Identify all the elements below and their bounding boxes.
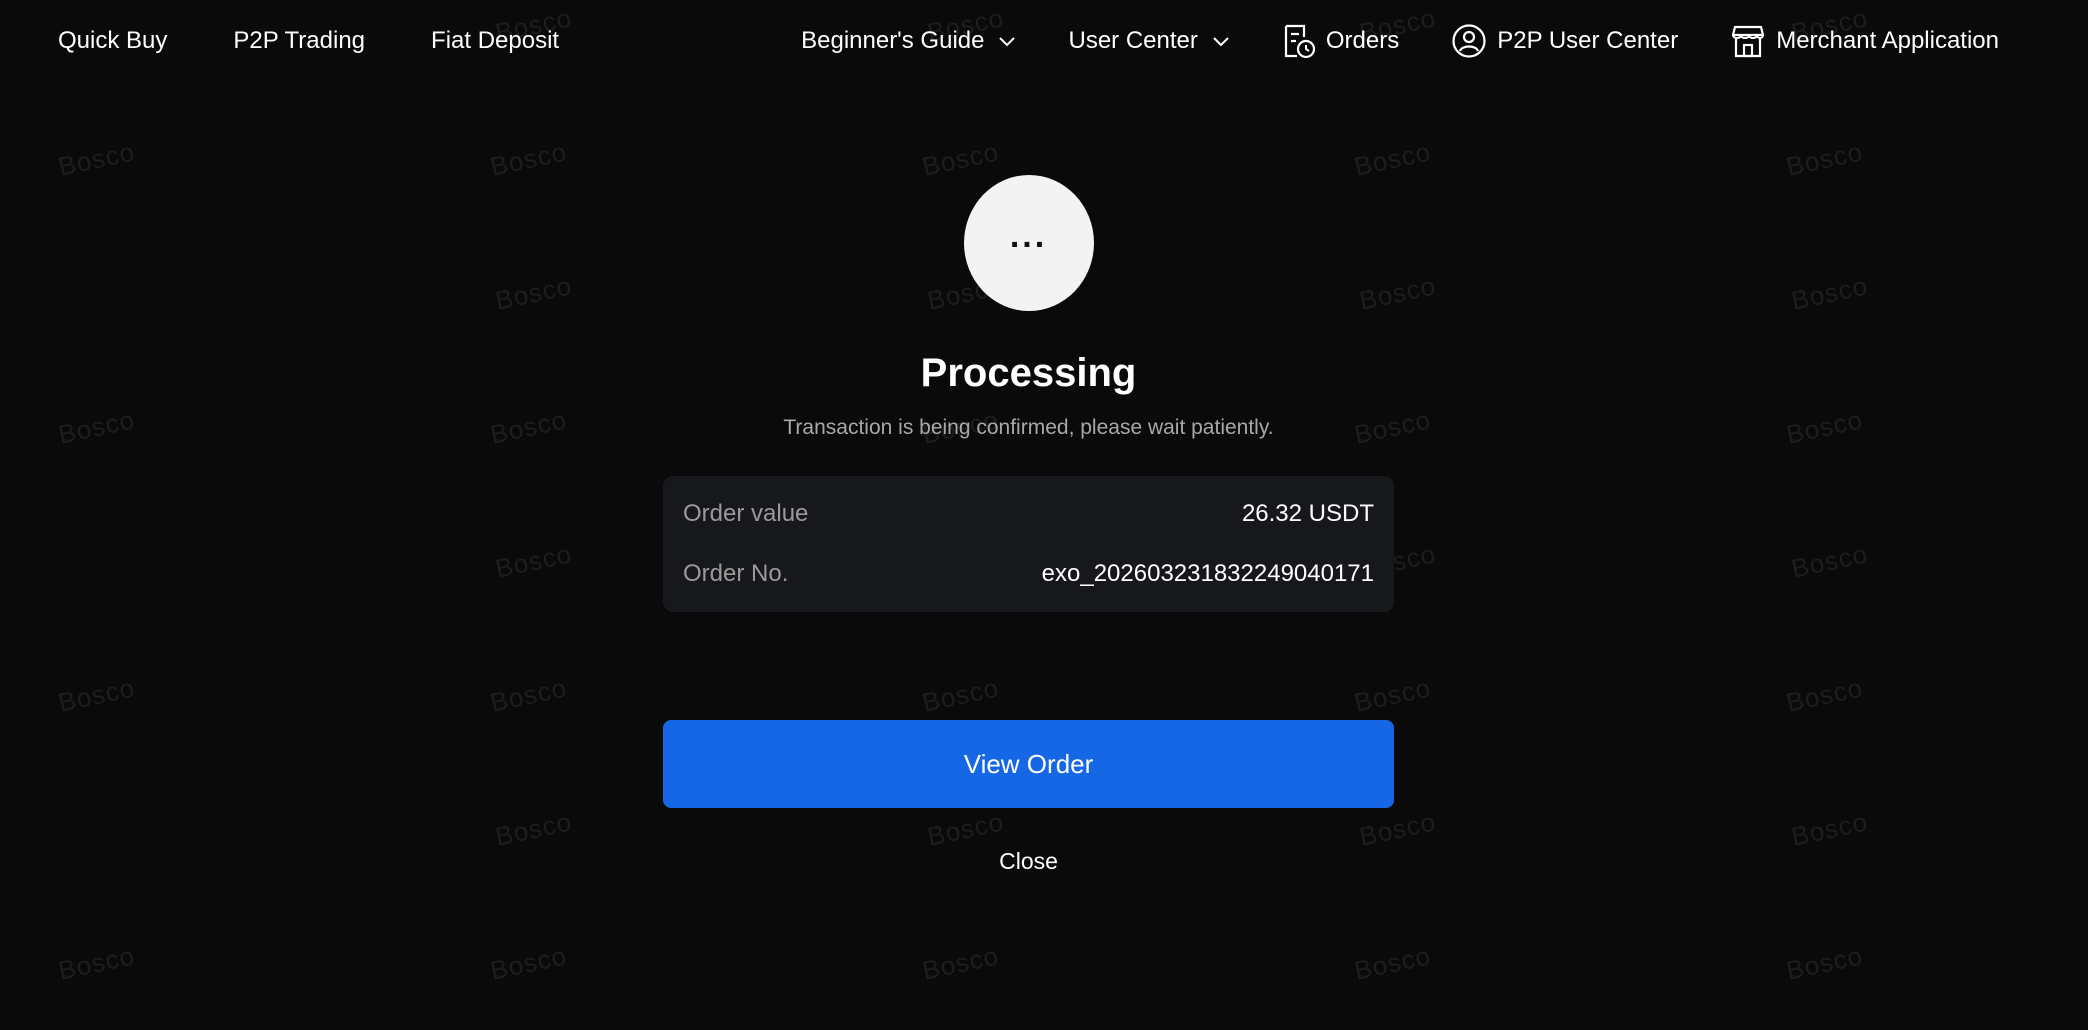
- nav-merchant-application[interactable]: Merchant Application: [1730, 23, 1999, 59]
- order-value-row: Order value 26.32 USDT: [683, 484, 1374, 544]
- watermark-text: Bosco: [919, 940, 1002, 986]
- watermark-text: Bosco: [492, 806, 575, 852]
- order-info-card: Order value 26.32 USDT Order No. exo_202…: [663, 476, 1394, 612]
- order-number-label: Order No.: [683, 560, 789, 587]
- watermark-text: Bosco: [55, 404, 138, 450]
- processing-status-icon: ...: [963, 175, 1094, 311]
- nav-p2p-trading[interactable]: P2P Trading: [233, 27, 365, 55]
- nav-fiat-deposit[interactable]: Fiat Deposit: [431, 27, 559, 55]
- watermark-text: Bosco: [1351, 940, 1434, 986]
- watermark-text: Bosco: [1788, 806, 1871, 852]
- watermark-text: Bosco: [487, 672, 570, 718]
- watermark-text: Bosco: [1788, 270, 1871, 316]
- order-value: 26.32 USDT: [1241, 500, 1374, 527]
- nav-merchant-application-label: Merchant Application: [1776, 27, 1999, 54]
- watermark-text: Bosco: [55, 940, 138, 986]
- nav-user-center[interactable]: User Center: [1068, 27, 1229, 55]
- watermark-text: Bosco: [1783, 940, 1866, 986]
- order-number: exo_20260323183224904017​1: [1041, 560, 1374, 587]
- chevron-down-icon: [999, 37, 1016, 47]
- watermark-text: Bosco: [55, 672, 138, 718]
- nav-left: Quick Buy P2P Trading Fiat Deposit: [58, 0, 559, 82]
- watermark-text: Bosco: [492, 270, 575, 316]
- user-icon: [1452, 24, 1486, 58]
- watermark-text: Bosco: [487, 404, 570, 450]
- nav-right: Beginner's Guide User Center Orders P2P …: [801, 0, 1999, 82]
- ellipsis-icon: ...: [1009, 216, 1048, 255]
- dialog-title: Processing: [920, 351, 1137, 395]
- nav-p2p-user-center[interactable]: P2P User Center: [1451, 23, 1678, 59]
- dialog-subtitle: Transaction is being confirmed, please w…: [783, 416, 1274, 439]
- top-navigation: Quick Buy P2P Trading Fiat Deposit Begin…: [0, 0, 2088, 82]
- nav-orders[interactable]: Orders: [1282, 23, 1399, 59]
- watermark-text: Bosco: [55, 136, 138, 182]
- watermark-text: Bosco: [1788, 538, 1871, 584]
- watermark-text: Bosco: [1783, 136, 1866, 182]
- nav-quick-buy[interactable]: Quick Buy: [58, 27, 167, 55]
- nav-orders-label: Orders: [1325, 27, 1400, 54]
- nav-user-center-label: User Center: [1068, 27, 1198, 54]
- processing-dialog: ... Processing Transaction is being conf…: [663, 175, 1394, 875]
- close-button[interactable]: Close: [999, 848, 1058, 875]
- watermark-text: Bosco: [1783, 672, 1866, 718]
- nav-p2p-user-center-label: P2P User Center: [1497, 27, 1679, 54]
- nav-beginners-guide[interactable]: Beginner's Guide: [801, 27, 1016, 55]
- watermark-text: Bosco: [487, 940, 570, 986]
- watermark-text: Bosco: [1783, 404, 1866, 450]
- watermark-text: Bosco: [492, 538, 575, 584]
- nav-beginners-guide-label: Beginner's Guide: [801, 27, 985, 54]
- order-value-label: Order value: [683, 500, 809, 527]
- orders-icon: [1284, 24, 1315, 59]
- order-number-row: Order No. exo_20260323183224904017​1: [683, 544, 1374, 604]
- watermark-text: Bosco: [487, 136, 570, 182]
- store-icon: [1732, 25, 1765, 58]
- page: Bosco Bosco Bosco Bosco Bosco Bosco Bosco Bosco…: [0, 0, 2088, 1030]
- chevron-down-icon: [1213, 37, 1229, 47]
- view-order-button[interactable]: View Order: [663, 720, 1394, 808]
